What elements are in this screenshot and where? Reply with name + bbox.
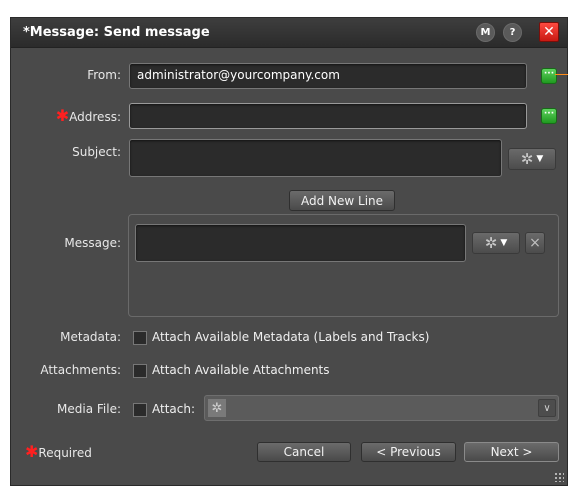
from-field[interactable]: administrator@yourcompany.com [129,63,527,89]
ellipsis-icon: ··· [543,109,555,119]
required-asterisk-icon: ✱ [55,106,70,125]
metadata-label: Metadata: [60,330,121,344]
from-picker-button[interactable]: ··· [541,68,557,84]
chevron-down-icon: ▼ [536,154,544,164]
subject-label: Subject: [72,145,121,159]
m-button[interactable]: M [476,23,495,42]
add-new-line-button[interactable]: Add New Line [289,190,395,211]
metadata-checkbox[interactable] [133,331,147,345]
gear-icon: ✲ [520,150,534,168]
address-label-wrap: ✱Address: [31,106,121,125]
message-group: ✲ ▼ × [128,214,559,317]
attachments-label: Attachments: [40,363,121,377]
chevron-down-icon: ▼ [500,238,508,248]
media-file-checkbox[interactable] [133,403,147,417]
attachments-checkbox[interactable] [133,364,147,378]
remove-line-button[interactable]: × [525,232,545,254]
media-file-label: Media File: [57,402,121,416]
address-picker-button[interactable]: ··· [541,108,557,124]
message-gear-button[interactable]: ✲ ▼ [472,232,520,254]
gear-icon: ✲ [484,234,498,252]
previous-button[interactable]: < Previous [361,442,456,462]
subject-field[interactable] [129,139,502,177]
attachments-checkbox-label[interactable]: Attach Available Attachments [152,363,330,377]
address-label: Address: [69,110,121,124]
gear-icon: ✲ [208,399,226,417]
metadata-checkbox-label[interactable]: Attach Available Metadata (Labels and Tr… [152,330,429,344]
required-asterisk-icon: ✱ [25,442,39,461]
help-button[interactable]: ? [503,23,522,42]
send-message-dialog: *Message: Send message M ? ✕ From: admin… [10,17,568,486]
media-file-attach-label[interactable]: Attach: [152,402,195,416]
subject-gear-button[interactable]: ✲ ▼ [508,148,556,170]
required-label: Required [38,446,92,460]
media-file-select[interactable]: ✲ ∨ [204,395,559,421]
address-field[interactable] [129,103,527,129]
connector-line [555,74,568,75]
dialog-title: *Message: Send message [23,25,210,40]
cancel-button[interactable]: Cancel [257,442,351,462]
required-note: ✱Required [25,442,92,461]
resize-grip[interactable] [554,472,564,482]
close-icon: × [529,235,541,251]
close-button[interactable]: ✕ [539,22,559,42]
message-field[interactable] [135,224,466,262]
message-label: Message: [64,236,121,250]
ellipsis-icon: ··· [543,69,555,79]
title-bar[interactable]: *Message: Send message M ? ✕ [11,18,567,48]
next-button[interactable]: Next > [464,442,559,462]
chevron-down-icon[interactable]: ∨ [538,399,556,417]
from-label: From: [87,68,121,82]
